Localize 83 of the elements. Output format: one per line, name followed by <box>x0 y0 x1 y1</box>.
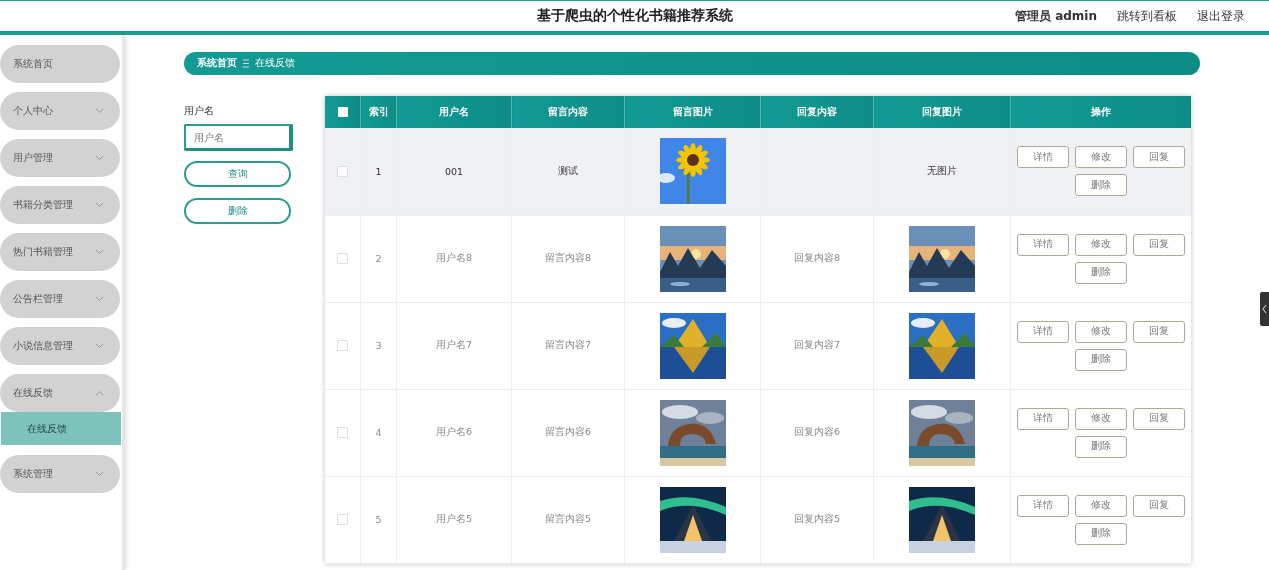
action-button[interactable]: 删除 <box>1075 348 1127 371</box>
action-button[interactable]: 详情 <box>1017 233 1069 256</box>
table-cell-text: 测试 <box>558 164 578 176</box>
header-link[interactable]: 退出登录 <box>1197 7 1245 25</box>
chevron-icon <box>95 343 104 349</box>
delete-button[interactable]: 删除 <box>184 198 291 224</box>
header-link[interactable]: 跳转到看板 <box>1117 7 1177 25</box>
action-button[interactable]: 回复 <box>1133 320 1185 343</box>
column-header: 操作 <box>1010 96 1191 128</box>
user-label: 管理员 admin <box>1014 7 1097 25</box>
action-button[interactable]: 详情 <box>1017 407 1069 430</box>
action-button[interactable]: 详情 <box>1017 494 1069 517</box>
menu-item[interactable]: 在线反馈 <box>0 374 120 412</box>
action-button[interactable]: 回复 <box>1133 407 1185 430</box>
action-button[interactable]: 修改 <box>1075 146 1127 169</box>
table-cell-text: 留言内容6 <box>544 426 591 437</box>
action-button[interactable]: 详情 <box>1017 320 1069 343</box>
site-title: 基于爬虫的个性化书籍推荐系统 <box>536 7 733 25</box>
menu-item[interactable]: 个人中心 <box>0 92 120 130</box>
column-header: 留言图片 <box>624 96 761 128</box>
row-checkbox[interactable] <box>337 427 348 438</box>
separator-icon <box>243 59 249 68</box>
chevron-icon <box>95 108 104 114</box>
breadcrumb-link[interactable]: 在线反馈 <box>255 57 295 70</box>
action-button[interactable]: 删除 <box>1075 261 1127 284</box>
column-header: 用户名 <box>396 96 512 128</box>
table-cell-text: 回复内容7 <box>793 339 840 350</box>
menu-item[interactable]: 系统管理 <box>0 455 120 493</box>
action-button[interactable]: 回复 <box>1133 494 1185 517</box>
table-cell-text: 回复内容8 <box>793 252 840 263</box>
row-checkbox[interactable] <box>337 340 348 351</box>
action-button[interactable]: 修改 <box>1075 233 1127 256</box>
chevron-icon <box>95 155 104 161</box>
table-cell-text: 留言内容8 <box>544 252 591 263</box>
action-button[interactable]: 详情 <box>1017 146 1069 169</box>
table-cell-text: 无图片 <box>927 164 957 176</box>
menu-item[interactable]: 公告栏管理 <box>0 280 120 318</box>
column-header: 回复内容 <box>760 96 874 128</box>
field-label: 用户名 <box>184 104 215 118</box>
menu-item[interactable]: 用户管理 <box>0 139 120 177</box>
action-button[interactable]: 修改 <box>1075 407 1127 430</box>
table-cell-text: 留言内容5 <box>544 513 591 524</box>
collapse-handle-icon[interactable] <box>1260 292 1269 326</box>
menu-item[interactable]: 系统首页 <box>0 45 120 83</box>
row-checkbox[interactable] <box>337 514 348 525</box>
search-field[interactable]: 用户名 <box>184 124 293 151</box>
row-checkbox[interactable] <box>337 253 348 264</box>
action-button[interactable]: 回复 <box>1133 233 1185 256</box>
action-button[interactable]: 删除 <box>1075 435 1127 458</box>
table-cell-text: 回复内容6 <box>793 426 840 437</box>
chevron-icon <box>95 249 104 255</box>
submenu-item[interactable]: 在线反馈 <box>1 412 121 445</box>
action-button[interactable]: 回复 <box>1133 146 1185 169</box>
search-button[interactable]: 查询 <box>184 161 291 187</box>
table-cell-text: 4 <box>375 427 382 438</box>
chevron-icon <box>95 390 104 396</box>
table-cell-text: 5 <box>375 514 382 525</box>
chevron-icon <box>95 296 104 302</box>
table-cell-text: 用户名7 <box>435 339 472 350</box>
action-button[interactable]: 修改 <box>1075 494 1127 517</box>
action-button[interactable]: 删除 <box>1075 522 1127 545</box>
column-header: 回复图片 <box>873 96 1011 128</box>
select-all-checkbox[interactable] <box>337 107 348 117</box>
table-cell-text: 回复内容5 <box>793 513 840 524</box>
table-cell-text: 1 <box>375 165 382 177</box>
table-cell-text: 3 <box>375 340 382 351</box>
breadcrumb-link[interactable]: 系统首页 <box>197 57 237 70</box>
table-cell-text: 用户名6 <box>435 426 472 437</box>
table-cell-text: 用户名5 <box>435 513 472 524</box>
menu-item[interactable]: 热门书籍管理 <box>0 233 120 271</box>
chevron-icon <box>95 471 104 477</box>
row-checkbox[interactable] <box>337 165 348 177</box>
table-cell-text: 留言内容7 <box>544 339 591 350</box>
action-button[interactable]: 删除 <box>1075 174 1127 197</box>
menu-item[interactable]: 小说信息管理 <box>0 327 120 365</box>
action-button[interactable]: 修改 <box>1075 320 1127 343</box>
column-header: 留言内容 <box>511 96 625 128</box>
table-cell-text: 用户名8 <box>435 252 472 263</box>
column-header: 索引 <box>360 96 397 128</box>
table-cell-text: 2 <box>375 253 382 264</box>
menu-item[interactable]: 书籍分类管理 <box>0 186 120 224</box>
chevron-icon <box>95 202 104 208</box>
table-cell-text: 001 <box>444 165 464 177</box>
